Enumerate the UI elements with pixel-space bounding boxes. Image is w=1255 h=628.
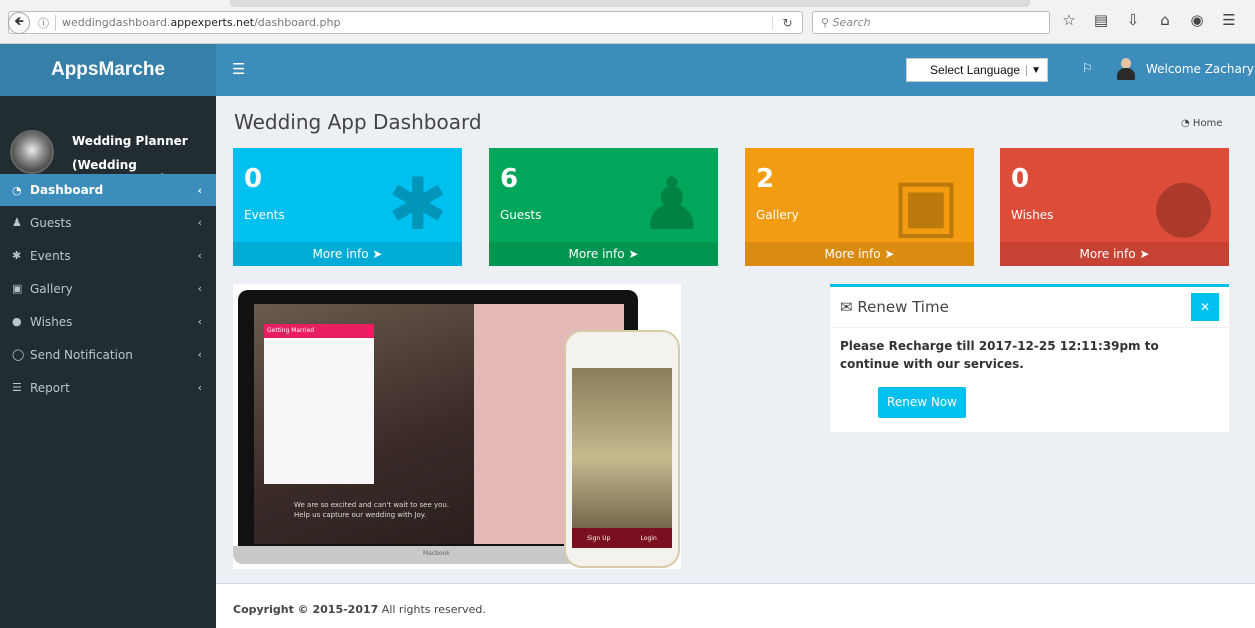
chevron-down-icon: ▼ <box>1026 64 1041 76</box>
renew-now-button[interactable]: Renew Now <box>878 387 966 418</box>
list-icon: ☰ <box>12 381 22 394</box>
user-icon: ♟ <box>12 216 22 229</box>
url-bar[interactable]: 🡸 ⓘ weddingdashboard.appexperts.net/dash… <box>8 11 803 34</box>
page-title: Wedding App Dashboard <box>234 110 482 134</box>
envelope-icon: ✉ <box>840 298 853 316</box>
avatar <box>10 130 54 174</box>
comment-icon: ● <box>12 315 22 328</box>
wishes-box: 0 Wishes ● More info ➤ <box>1000 148 1229 266</box>
chevron-left-icon: ‹ <box>197 315 202 328</box>
sidebar-menu: ◔ Dashboard ‹ ♟ Guests ‹ ✱ Events ‹ ▣ Gallery ‹ … <box>0 174 216 404</box>
chevron-left-icon: ‹ <box>197 216 202 229</box>
phone-mockup: Sign Up Login <box>564 330 680 568</box>
chevron-left-icon: ‹ <box>197 282 202 295</box>
sidebar-item-gallery[interactable]: ▣ Gallery ‹ <box>0 272 216 305</box>
download-icon[interactable]: ⇩ <box>1124 11 1142 29</box>
info-icon[interactable]: ⓘ <box>38 14 56 31</box>
asterisk-icon: ✱ <box>387 162 448 246</box>
promo-image: Getting Married We are so excited and ca… <box>233 284 681 569</box>
sidebar-toggle-icon[interactable]: ☰ <box>232 60 245 78</box>
browser-tools: ☆ ▤ ⇩ ⌂ ◉ ☰ <box>1060 11 1238 29</box>
guests-box: 6 Guests ♟ More info ➤ <box>489 148 718 266</box>
reload-icon[interactable]: ↻ <box>772 15 802 30</box>
user-panel: Wedding Planner (Wedding Management) <box>0 96 216 186</box>
home-icon[interactable]: ⌂ <box>1156 11 1174 29</box>
image-icon: ▣ <box>891 162 960 246</box>
more-info-link[interactable]: More info ➤ <box>745 242 974 266</box>
bookmarks-icon[interactable]: ▤ <box>1092 11 1110 29</box>
chat-bubble-icon: ◯ <box>12 348 25 361</box>
more-info-link[interactable]: More info ➤ <box>233 242 462 266</box>
flag-icon[interactable]: ⚐ <box>1082 61 1093 75</box>
breadcrumb[interactable]: ◔ Home <box>1181 118 1222 129</box>
sidebar-item-report[interactable]: ☰ Report ‹ <box>0 371 216 404</box>
copyright-text: Copyright © 2015-2017 All rights reserve… <box>233 603 486 616</box>
top-navbar: ☰ Select Language ▼ ⚐ Welcome Zachary <box>216 44 1255 96</box>
logo[interactable]: AppsMarche <box>0 44 216 96</box>
sidebar-item-guests[interactable]: ♟ Guests ‹ <box>0 206 216 239</box>
tab-strip <box>230 0 1030 7</box>
renew-message: Please Recharge till 2017-12-25 12:11:39… <box>840 339 1159 371</box>
back-button[interactable]: 🡸 <box>8 11 30 34</box>
asterisk-icon: ✱ <box>12 249 22 262</box>
image-icon: ▣ <box>12 282 23 295</box>
welcome-user[interactable]: Welcome Zachary <box>1146 62 1254 76</box>
close-button[interactable]: ✕ <box>1191 293 1219 321</box>
user-name: Wedding Planner <box>72 134 188 148</box>
menu-icon[interactable]: ☰ <box>1220 11 1238 29</box>
footer: Copyright © 2015-2017 All rights reserve… <box>216 583 1255 628</box>
star-icon[interactable]: ☆ <box>1060 11 1078 29</box>
pocket-icon[interactable]: ◉ <box>1188 11 1206 29</box>
sidebar-item-dashboard[interactable]: ◔ Dashboard ‹ <box>0 174 216 206</box>
url-text[interactable]: weddingdashboard.appexperts.net/dashboar… <box>62 16 772 29</box>
dashboard-icon: ◔ <box>1181 118 1190 129</box>
more-info-link[interactable]: More info ➤ <box>489 242 718 266</box>
chevron-left-icon: ‹ <box>197 249 202 262</box>
sidebar-item-wishes[interactable]: ● Wishes ‹ <box>0 305 216 338</box>
chevron-left-icon: ‹ <box>197 381 202 394</box>
renew-panel: ✉ Renew Time ✕ Please Recharge till 2017… <box>830 284 1229 432</box>
sidebar-item-events[interactable]: ✱ Events ‹ <box>0 239 216 272</box>
promo-quote: We are so excited and can't wait to see … <box>294 501 450 519</box>
browser-toolbar: 🡸 ⓘ weddingdashboard.appexperts.net/dash… <box>0 0 1255 44</box>
gallery-box: 2 Gallery ▣ More info ➤ <box>745 148 974 266</box>
sidebar-item-send-notification[interactable]: ◯ Send Notification ‹ <box>0 338 216 371</box>
comment-icon: ● <box>1152 162 1215 246</box>
dashboard-icon: ◔ <box>12 183 22 197</box>
chevron-left-icon: ‹ <box>197 348 202 361</box>
app-card: Getting Married <box>264 324 374 484</box>
chevron-left-icon: ‹ <box>197 183 202 197</box>
renew-title: ✉ Renew Time <box>840 298 949 316</box>
language-select[interactable]: Select Language ▼ <box>906 58 1048 82</box>
sidebar: AppsMarche Wedding Planner (Wedding Mana… <box>0 44 216 628</box>
search-input[interactable]: ⚲ Search <box>812 11 1050 34</box>
more-info-link[interactable]: More info ➤ <box>1000 242 1229 266</box>
avatar[interactable] <box>1115 56 1137 80</box>
events-box: 0 Events ✱ More info ➤ <box>233 148 462 266</box>
user-icon: ♟ <box>639 162 704 246</box>
